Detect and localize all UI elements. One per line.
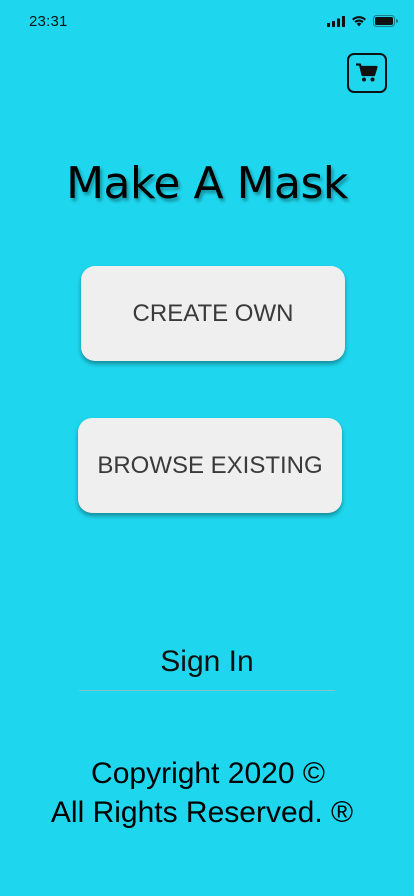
status-bar: 23:31 (0, 0, 414, 44)
sign-in-button[interactable]: Sign In (79, 645, 335, 679)
page-title: Make A Mask (66, 158, 348, 209)
signal-icon (327, 15, 345, 27)
rights-text: All Rights Reserved. ® (50, 796, 354, 829)
battery-icon (373, 15, 398, 27)
status-icons (327, 15, 398, 27)
footer: Copyright 2020 © All Rights Reserved. ® (0, 754, 414, 832)
create-own-button[interactable]: CREATE OWN (81, 266, 345, 361)
cart-icon (356, 63, 378, 82)
copyright-text: Copyright 2020 © (91, 757, 325, 790)
cart-button[interactable] (347, 53, 387, 93)
sign-in-underline (79, 690, 335, 691)
browse-existing-button[interactable]: BROWSE EXISTING (78, 418, 342, 513)
status-time: 23:31 (29, 13, 68, 30)
wifi-icon (352, 16, 366, 27)
